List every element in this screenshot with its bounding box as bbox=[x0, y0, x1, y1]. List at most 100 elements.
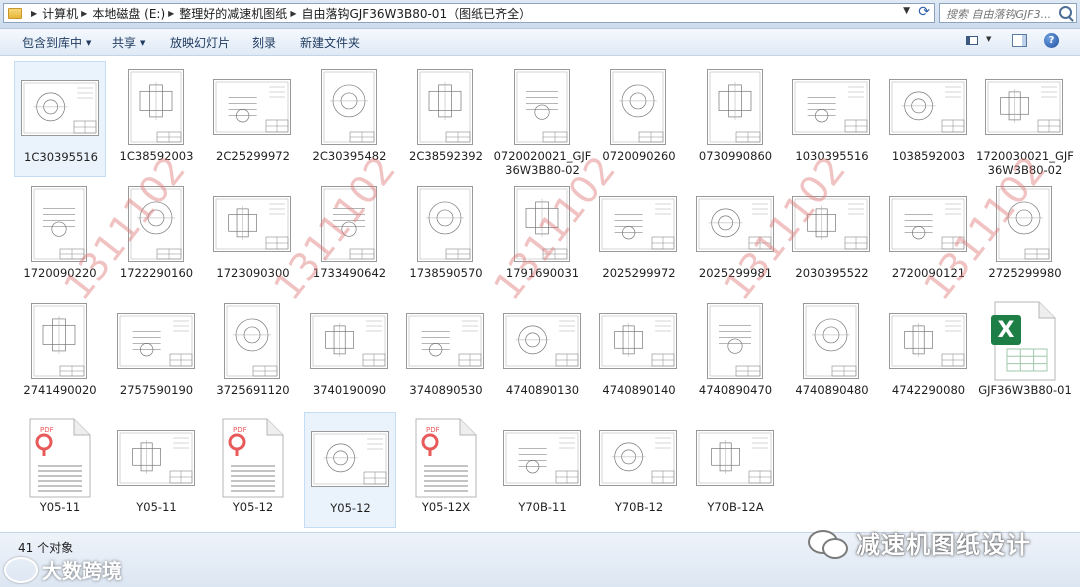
include-in-library-menu[interactable]: 包含到库中 ▼ bbox=[22, 34, 91, 51]
change-view-icon[interactable] bbox=[966, 36, 978, 45]
file-name: 4742290080 bbox=[891, 383, 966, 397]
file-item[interactable]: 1038592003 bbox=[883, 61, 975, 177]
file-item[interactable]: 2720090121 bbox=[883, 178, 975, 294]
file-thumbnail: PDF bbox=[405, 418, 485, 498]
file-item[interactable]: 4740890480 bbox=[786, 295, 878, 411]
file-item[interactable]: 0720020021_GJF36W3B80-02 bbox=[494, 61, 591, 177]
address-bar[interactable]: ▶ 计算机 ▶ 本地磁盘 (E:) ▶ 整理好的减速机图纸 ▶ 自由落钩GJF3… bbox=[3, 3, 935, 23]
chevron-right-icon[interactable]: ▶ bbox=[290, 9, 296, 18]
include-in-library-label: 包含到库中 bbox=[22, 36, 83, 50]
file-name: 2C38592392 bbox=[409, 149, 483, 163]
file-thumbnail bbox=[791, 184, 871, 264]
file-name: 2C25299972 bbox=[216, 149, 290, 163]
file-item[interactable]: 2025299972 bbox=[593, 178, 685, 294]
share-menu[interactable]: 共享 ▼ bbox=[112, 34, 145, 51]
svg-text:PDF: PDF bbox=[233, 426, 247, 434]
file-item[interactable]: 4740890140 bbox=[593, 295, 685, 411]
breadcrumb-drive[interactable]: 本地磁盘 (E:) bbox=[92, 5, 165, 22]
chevron-right-icon[interactable]: ▶ bbox=[81, 9, 87, 18]
drawing-thumbnail-icon bbox=[213, 79, 291, 135]
chevron-right-icon[interactable]: ▶ bbox=[168, 9, 174, 18]
excel-file-icon: X bbox=[991, 301, 1056, 381]
drawing-thumbnail-icon bbox=[213, 196, 291, 252]
file-thumbnail bbox=[695, 418, 775, 498]
help-icon[interactable]: ? bbox=[1044, 33, 1059, 48]
file-item[interactable]: Y05-11 bbox=[111, 412, 203, 528]
file-item[interactable]: 2C38592392 bbox=[400, 61, 492, 177]
drawing-thumbnail-icon bbox=[406, 313, 484, 369]
file-item[interactable]: Y70B-11 bbox=[497, 412, 589, 528]
file-item[interactable]: 4742290080 bbox=[883, 295, 975, 411]
file-item[interactable]: 2030395522 bbox=[786, 178, 878, 294]
file-item[interactable]: 1733490642 bbox=[304, 178, 396, 294]
file-item[interactable]: 2C25299972 bbox=[207, 61, 299, 177]
file-item[interactable]: 2741490020 bbox=[14, 295, 106, 411]
search-input[interactable] bbox=[944, 5, 1060, 23]
file-item[interactable]: 1720090220 bbox=[14, 178, 106, 294]
file-item[interactable]: X GJF36W3B80-01 bbox=[978, 295, 1072, 411]
file-item[interactable]: 3725691120 bbox=[207, 295, 299, 411]
file-item[interactable]: Y05-12 bbox=[303, 412, 396, 528]
file-item[interactable]: 0730990860 bbox=[690, 61, 782, 177]
file-name: 2025299972 bbox=[602, 266, 676, 280]
file-item[interactable]: 1791690031 bbox=[497, 178, 589, 294]
file-item[interactable]: PDF Y05-12X bbox=[400, 412, 492, 528]
file-name: GJF36W3B80-01 bbox=[978, 383, 1072, 397]
brand-logo-icon bbox=[4, 556, 38, 583]
file-name: 3725691120 bbox=[216, 383, 290, 397]
search-icon[interactable] bbox=[1059, 6, 1072, 19]
file-item[interactable]: 1C30395516 bbox=[14, 61, 106, 177]
burn-button[interactable]: 刻录 bbox=[252, 34, 276, 51]
file-item[interactable]: 1722290160 bbox=[111, 178, 203, 294]
file-item[interactable]: 1030395516 bbox=[786, 61, 878, 177]
file-thumbnail bbox=[405, 184, 485, 264]
file-item[interactable]: Y70B-12 bbox=[593, 412, 685, 528]
breadcrumb-current[interactable]: 自由落钩GJF36W3B80-01（图纸已齐全） bbox=[301, 5, 531, 22]
file-name: Y05-12X bbox=[421, 500, 471, 514]
file-item[interactable]: 2C30395482 bbox=[304, 61, 396, 177]
file-name: 4740890140 bbox=[602, 383, 676, 397]
drawing-thumbnail-icon bbox=[224, 303, 280, 379]
file-name: 1723090300 bbox=[216, 266, 290, 280]
file-item[interactable]: 3740190090 bbox=[304, 295, 396, 411]
file-name: 3740190090 bbox=[312, 383, 387, 397]
file-item[interactable]: Y70B-12A bbox=[690, 412, 782, 528]
file-item[interactable]: PDF Y05-12 bbox=[207, 412, 299, 528]
chevron-right-icon[interactable]: ▶ bbox=[31, 9, 37, 18]
drawing-thumbnail-icon bbox=[706, 303, 763, 379]
file-item[interactable]: 0720090260 bbox=[593, 61, 685, 177]
file-item[interactable]: 2757590190 bbox=[111, 295, 203, 411]
new-folder-button[interactable]: 新建文件夹 bbox=[300, 34, 360, 51]
file-name: 2757590190 bbox=[119, 383, 194, 397]
breadcrumb-folder[interactable]: 整理好的减速机图纸 bbox=[179, 5, 287, 22]
file-thumbnail bbox=[984, 184, 1064, 264]
file-item[interactable]: 4740890130 bbox=[497, 295, 589, 411]
file-thumbnail bbox=[212, 67, 292, 147]
file-item[interactable]: 1C38592003 bbox=[111, 61, 203, 177]
file-item[interactable]: 1723090300 bbox=[207, 178, 299, 294]
view-options-dropdown-icon[interactable]: ▼ bbox=[986, 35, 991, 43]
drawing-thumbnail-icon bbox=[502, 430, 581, 486]
preview-pane-icon[interactable] bbox=[1012, 34, 1027, 47]
file-item[interactable]: 2725299980 bbox=[979, 178, 1071, 294]
file-item[interactable]: 3740890530 bbox=[400, 295, 492, 411]
file-item[interactable]: PDF Y05-11 bbox=[14, 412, 106, 528]
folder-icon bbox=[8, 7, 22, 19]
search-box bbox=[939, 3, 1077, 23]
file-item[interactable]: 2025299981 bbox=[690, 178, 782, 294]
slideshow-button[interactable]: 放映幻灯片 bbox=[170, 34, 230, 51]
pdf-file-icon: PDF bbox=[222, 418, 284, 498]
refresh-icon[interactable]: ⟳ bbox=[918, 4, 930, 20]
brand-name-right: 减速机图纸设计 bbox=[856, 531, 1031, 559]
file-thumbnail bbox=[695, 184, 775, 264]
drawing-thumbnail-icon bbox=[792, 79, 870, 135]
file-item[interactable]: 1720030021_GJF36W3B80-02 bbox=[976, 61, 1074, 177]
breadcrumb-computer[interactable]: 计算机 bbox=[42, 5, 78, 22]
history-dropdown-icon[interactable]: ▼ bbox=[903, 6, 910, 16]
file-item[interactable]: 4740890470 bbox=[690, 295, 782, 411]
file-name: Y70B-12A bbox=[707, 500, 764, 514]
file-name: 0730990860 bbox=[698, 149, 773, 163]
file-item[interactable]: 1738590570 bbox=[400, 178, 492, 294]
file-name: 4740890130 bbox=[505, 383, 580, 397]
file-name: 1733490642 bbox=[312, 266, 387, 280]
